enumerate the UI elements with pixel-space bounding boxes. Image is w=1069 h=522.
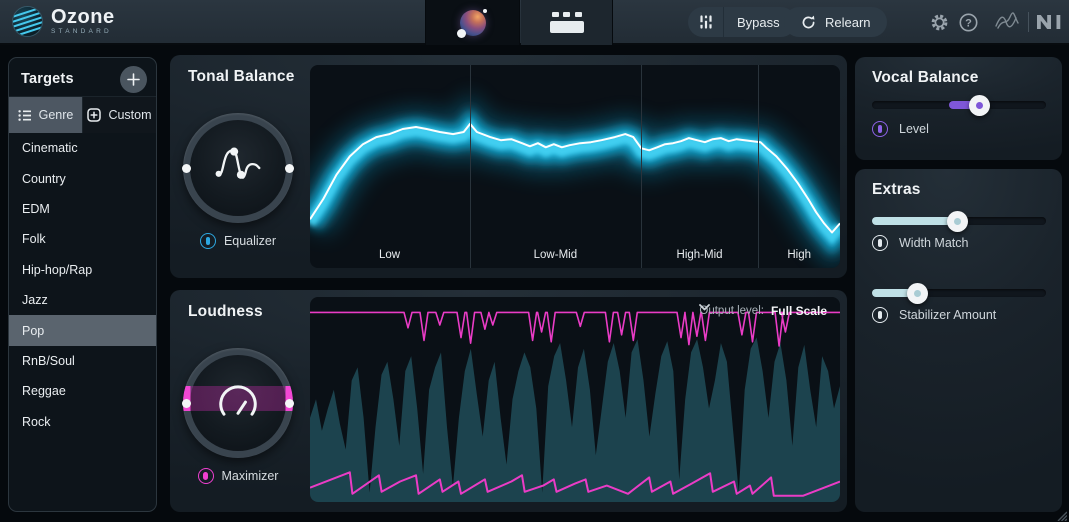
- genre-item-edm[interactable]: EDM: [9, 194, 156, 224]
- stabilizer-amount-label: Stabilizer Amount: [899, 308, 996, 322]
- tab-master-assistant[interactable]: [425, 0, 520, 45]
- ozone-logo-icon: [13, 7, 42, 36]
- width-match-label: Width Match: [899, 236, 968, 250]
- extras-panel: Extras Width Match Stabilizer Amount: [855, 169, 1062, 512]
- vocal-balance-panel: Vocal Balance Level: [855, 57, 1062, 160]
- genre-list: CinematicCountryEDMFolkHip-hop/RapJazzPo…: [9, 133, 156, 511]
- band-divider: [758, 65, 759, 268]
- genre-item-cinematic[interactable]: Cinematic: [9, 133, 156, 163]
- targets-tabs: Genre Custom: [9, 96, 156, 133]
- relearn-label: Relearn: [825, 15, 871, 30]
- targets-sidebar: Targets Genre Custom: [8, 57, 157, 512]
- genre-item-rnb-soul[interactable]: RnB/Soul: [9, 346, 156, 376]
- tab-genre[interactable]: Genre: [9, 97, 82, 133]
- modules-icon: [550, 12, 584, 33]
- chevron-down-icon: [699, 304, 710, 311]
- band-divider: [641, 65, 642, 268]
- list-icon: [18, 109, 32, 122]
- app-logo: Ozone STANDARD: [13, 7, 115, 36]
- vocal-level-slider-handle[interactable]: [969, 95, 990, 116]
- tonal-balance-title: Tonal Balance: [188, 68, 295, 86]
- genre-item-folk[interactable]: Folk: [9, 224, 156, 254]
- vocal-level-power-toggle[interactable]: [872, 121, 888, 137]
- band-label-high-mid: High-Mid: [677, 249, 723, 261]
- vocal-level-label: Level: [899, 122, 929, 136]
- relearn-refresh-icon: [800, 14, 817, 31]
- spectrum-curve: [310, 65, 840, 268]
- band-label-high: High: [787, 249, 811, 261]
- add-target-button[interactable]: [120, 66, 147, 93]
- top-bar: Ozone STANDARD: [0, 0, 1069, 45]
- relearn-button[interactable]: Relearn: [784, 7, 887, 37]
- stabilizer-amount-slider-handle[interactable]: [907, 283, 928, 304]
- topbar-divider: [1028, 12, 1029, 32]
- ozone-window: Ozone STANDARD: [0, 0, 1069, 522]
- vocal-level-slider[interactable]: [872, 95, 1046, 115]
- gauge-icon: [183, 348, 293, 458]
- band-label-low-mid: Low-Mid: [534, 249, 577, 261]
- equalizer-knob[interactable]: [183, 113, 293, 223]
- width-match-slider-handle[interactable]: [947, 211, 968, 232]
- izotope-mark-icon: [992, 11, 1022, 33]
- assistant-planet-icon: [460, 10, 486, 36]
- svg-text:?: ?: [965, 17, 972, 29]
- genre-item-country[interactable]: Country: [9, 163, 156, 193]
- tab-custom[interactable]: Custom: [82, 97, 156, 133]
- add-custom-icon: [87, 108, 101, 122]
- genre-item-jazz[interactable]: Jazz: [9, 285, 156, 315]
- tab-signal-chain[interactable]: [521, 0, 613, 45]
- native-instruments-logo: [1036, 11, 1064, 33]
- stabilizer-power-toggle[interactable]: [872, 307, 888, 323]
- tonal-balance-panel: Tonal Balance Equalizer: [170, 55, 847, 278]
- band-divider: [470, 65, 471, 268]
- loudness-panel: Loudness Maximizer Output level:: [170, 290, 847, 512]
- app-title: Ozone: [51, 8, 115, 27]
- stabilizer-amount-slider[interactable]: [872, 283, 1046, 303]
- genre-item-hip-hop-rap[interactable]: Hip-hop/Rap: [9, 255, 156, 285]
- resize-handle[interactable]: [1055, 508, 1067, 520]
- width-match-slider[interactable]: [872, 211, 1046, 231]
- loudness-display: Output level: Full Scale: [310, 297, 840, 502]
- equalizer-label: Equalizer: [224, 234, 276, 248]
- tab-custom-label: Custom: [108, 108, 151, 122]
- output-level-dropdown[interactable]: Output level: Full Scale: [699, 304, 827, 318]
- genre-item-reggae[interactable]: Reggae: [9, 376, 156, 406]
- output-level-value: Full Scale: [771, 304, 827, 318]
- app-edition: STANDARD: [51, 28, 115, 35]
- tab-genre-label: Genre: [39, 108, 74, 122]
- io-faders-icon[interactable]: [688, 7, 724, 37]
- plus-icon: [127, 73, 140, 86]
- targets-title: Targets: [21, 71, 74, 87]
- extras-title: Extras: [872, 181, 921, 199]
- maximizer-label: Maximizer: [222, 469, 279, 483]
- eq-curve-icon: [183, 113, 293, 223]
- equalizer-power-toggle[interactable]: [200, 233, 216, 249]
- loudness-title: Loudness: [188, 303, 263, 321]
- genre-item-pop[interactable]: Pop: [9, 315, 156, 345]
- help-icon[interactable]: ?: [957, 11, 979, 33]
- settings-gear-icon[interactable]: [928, 11, 950, 33]
- vocal-balance-title: Vocal Balance: [872, 69, 979, 87]
- genre-item-rock[interactable]: Rock: [9, 407, 156, 437]
- tonal-balance-display: Low Low-Mid High-Mid High: [310, 65, 840, 268]
- maximizer-knob[interactable]: [183, 348, 293, 458]
- loudness-waveform: [310, 297, 840, 502]
- band-label-low: Low: [379, 249, 400, 261]
- maximizer-power-toggle[interactable]: [198, 468, 214, 484]
- width-match-power-toggle[interactable]: [872, 235, 888, 251]
- bypass-button[interactable]: Bypass: [688, 7, 796, 37]
